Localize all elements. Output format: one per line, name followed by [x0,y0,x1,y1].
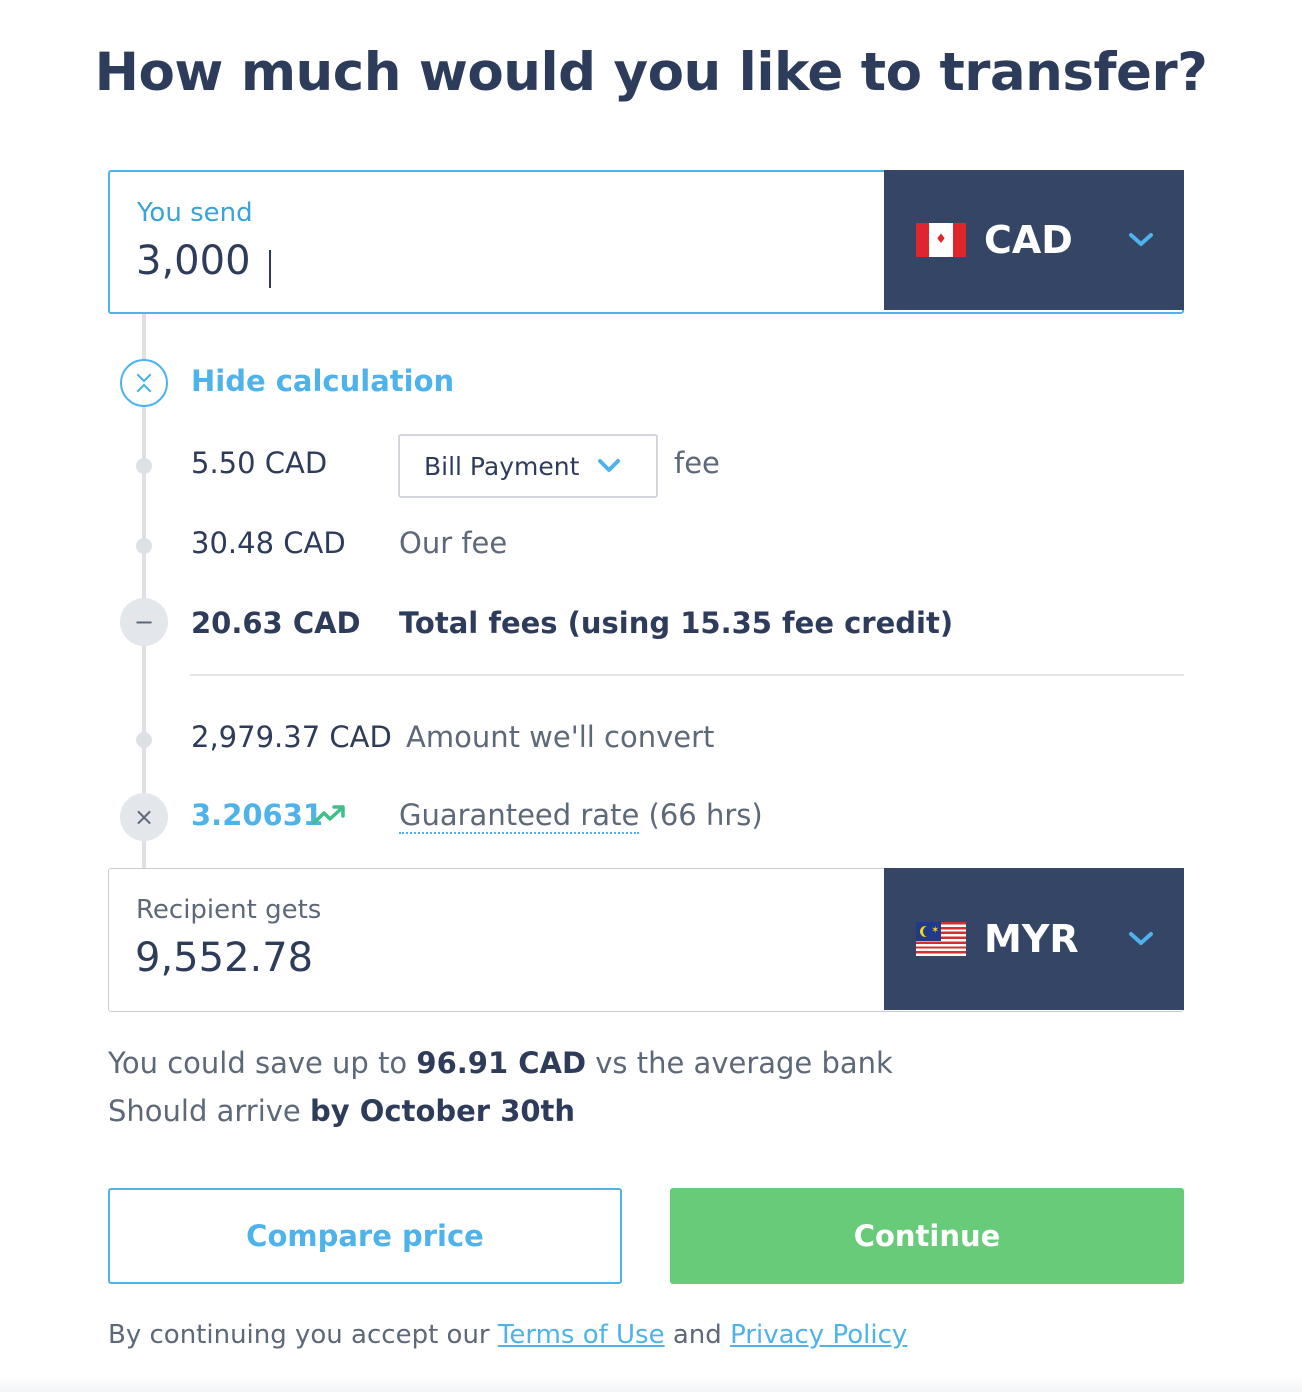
send-currency-code: CAD [984,218,1073,262]
multiply-icon: × [120,793,168,841]
our-fee-amount: 30.48 CAD [191,526,346,560]
hide-calculation-link[interactable]: Hide calculation [191,364,454,398]
canada-flag-icon: ♦ [916,223,966,257]
rate-hours: (66 hrs) [648,798,763,832]
send-amount-box: You send ♦ CAD [108,170,1184,314]
legal-and: and [672,1320,722,1350]
timeline-dot [136,458,152,474]
payment-fee-amount: 5.50 CAD [191,446,328,480]
payment-method-value: Bill Payment [424,451,580,481]
total-fees-label: Total fees (using 15.35 fee credit) [399,606,954,640]
terms-of-use-link[interactable]: Terms of Use [498,1320,665,1350]
receive-amount-input[interactable] [135,935,835,981]
receive-currency-code: MYR [984,917,1079,961]
receive-currency-select[interactable]: ✶ MYR [884,868,1184,1010]
continue-button[interactable]: Continue [670,1188,1184,1284]
text-caret [269,250,271,288]
payment-method-select[interactable]: Bill Payment [398,434,658,498]
arrival-prefix: Should arrive [108,1094,301,1128]
send-amount-label: You send [137,198,253,228]
savings-note: You could save up to 96.91 CAD vs the av… [108,1046,893,1080]
legal-note: By continuing you accept our Terms of Us… [108,1320,907,1350]
payment-fee-label: fee [674,446,720,480]
timeline-dot [136,732,152,748]
send-currency-select[interactable]: ♦ CAD [884,170,1184,310]
receive-amount-label: Recipient gets [136,895,322,925]
footer-fade [0,1376,1302,1392]
chevron-down-icon [1129,233,1153,246]
savings-suffix: vs the average bank [595,1046,893,1080]
guaranteed-rate-link[interactable]: Guaranteed rate [399,798,640,834]
arrival-note: Should arrive by October 30th [108,1094,575,1128]
convert-label: Amount we'll convert [406,720,715,754]
exchange-rate: 3.20631 [191,798,324,832]
divider [190,674,1184,676]
guaranteed-rate-info: Guaranteed rate (66 hrs) [399,798,763,834]
timeline-dot [136,538,152,554]
savings-amount: 96.91 CAD [416,1046,587,1080]
receive-amount-box: Recipient gets ✶ MYR [108,868,1184,1012]
privacy-policy-link[interactable]: Privacy Policy [730,1320,907,1350]
savings-prefix: You could save up to [108,1046,408,1080]
compare-price-button[interactable]: Compare price [108,1188,622,1284]
send-amount-field[interactable]: You send [110,172,884,312]
chevron-down-icon [598,459,621,472]
chevron-down-icon [1129,932,1153,945]
hide-calculation-icon[interactable] [120,359,168,407]
trend-up-icon [312,805,345,825]
receive-amount-field[interactable]: Recipient gets [109,869,884,1011]
our-fee-label: Our fee [399,526,508,560]
convert-amount: 2,979.37 CAD [191,720,392,754]
total-fees-amount: 20.63 CAD [191,606,361,640]
send-amount-input[interactable] [136,238,836,284]
page-title: How much would you like to transfer? [94,42,1208,103]
minus-icon: − [120,598,168,646]
arrival-date: by October 30th [309,1094,576,1128]
legal-prefix: By continuing you accept our [108,1320,490,1350]
malaysia-flag-icon: ✶ [916,922,966,956]
